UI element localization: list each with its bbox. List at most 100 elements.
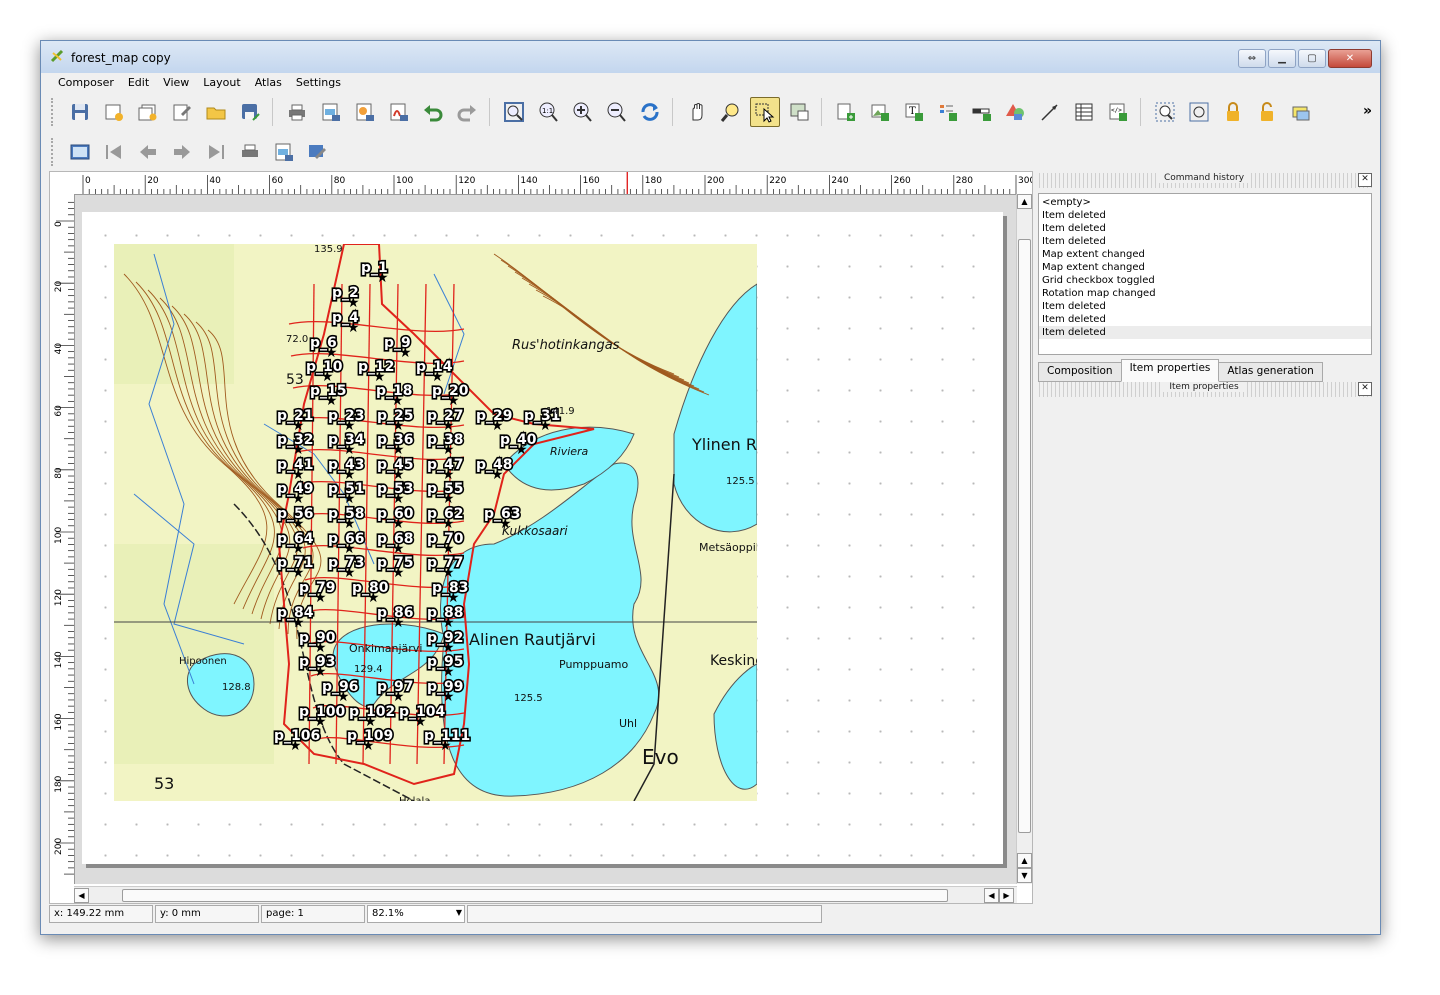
history-item[interactable]: Grid checkbox toggled — [1039, 274, 1371, 287]
export-atlas-icon — [275, 143, 293, 161]
history-item[interactable]: Item deleted — [1039, 235, 1371, 248]
history-item[interactable]: Map extent changed — [1039, 261, 1371, 274]
horizontal-scroll-thumb[interactable] — [122, 889, 948, 902]
scroll-up-button[interactable]: ▲ — [1017, 194, 1032, 209]
open-template-button[interactable] — [201, 97, 231, 127]
tab-atlas-generation[interactable]: Atlas generation — [1218, 362, 1323, 382]
history-item[interactable]: Rotation map changed — [1039, 287, 1371, 300]
add-shape-button[interactable] — [1001, 97, 1031, 127]
redo-button[interactable] — [452, 97, 482, 127]
menu-layout[interactable]: Layout — [196, 73, 247, 93]
unlock-button[interactable] — [1252, 97, 1282, 127]
history-item[interactable]: Item deleted — [1039, 313, 1371, 326]
scroll-right-button[interactable]: ▶ — [999, 888, 1014, 903]
history-item[interactable]: Map extent changed — [1039, 248, 1371, 261]
zoom-in-button[interactable] — [567, 97, 597, 127]
history-item-selected[interactable]: Item deleted — [1039, 326, 1371, 339]
add-label-button[interactable]: T — [899, 97, 929, 127]
refresh-button[interactable] — [635, 97, 665, 127]
atlas-toolbar — [49, 134, 335, 170]
zoom-actual-button[interactable]: 1:1 — [533, 97, 563, 127]
place-label: Uhl — [619, 717, 637, 730]
duplicate-composer-button[interactable] — [133, 97, 163, 127]
page[interactable]: ★ p_1 ★ p_2 ★ p_4 ★ p_6 ★ p_9 ★ p_10 ★ p_12 ★ p_14 ★ p_15… — [82, 212, 1003, 864]
previous-feature-button[interactable] — [133, 137, 163, 167]
atlas-preview-icon — [70, 144, 90, 160]
menu-edit[interactable]: Edit — [121, 73, 156, 93]
add-html-button[interactable]: </> — [1103, 97, 1133, 127]
composer-viewport[interactable]: ★ p_1 ★ p_2 ★ p_4 ★ p_6 ★ p_9 ★ p_10 ★ p_12 ★ p_14 ★ p_15… — [75, 195, 1020, 884]
print-atlas-button[interactable] — [235, 137, 265, 167]
command-history-list[interactable]: <empty> Item deleted Item deleted Item d… — [1038, 193, 1372, 355]
scroll-down-button[interactable]: ▼ — [1017, 868, 1032, 883]
last-feature-button[interactable] — [201, 137, 231, 167]
close-button[interactable]: ✕ — [1328, 49, 1372, 68]
toolbar-grip[interactable] — [51, 98, 57, 126]
ungroup-button[interactable] — [1184, 97, 1214, 127]
plot-label: p_97 — [377, 679, 414, 695]
plot-label: p_2 — [332, 285, 359, 301]
maximize-button[interactable]: ▢ — [1298, 49, 1326, 68]
vertical-scrollbar[interactable]: ▲ ▲ ▼ — [1016, 194, 1032, 884]
pan-button[interactable] — [682, 97, 712, 127]
add-legend-button[interactable] — [933, 97, 963, 127]
vertical-scroll-thumb[interactable] — [1018, 239, 1031, 833]
menu-settings[interactable]: Settings — [289, 73, 348, 93]
save-template-button[interactable] — [235, 97, 265, 127]
close-icon[interactable]: ✕ — [1358, 173, 1372, 187]
plot-label: p_100 — [299, 704, 346, 720]
print-button[interactable] — [282, 97, 312, 127]
history-item[interactable]: Item deleted — [1039, 222, 1371, 235]
horizontal-scrollbar[interactable]: ◀ ◀ ▶ — [74, 886, 1017, 903]
add-map-button[interactable] — [831, 97, 861, 127]
save-project-button[interactable] — [65, 97, 95, 127]
zoom-full-button[interactable] — [499, 97, 529, 127]
scroll-up-button-lower[interactable]: ▲ — [1017, 853, 1032, 868]
menu-atlas[interactable]: Atlas — [248, 73, 289, 93]
add-image-button[interactable] — [865, 97, 895, 127]
atlas-settings-button[interactable] — [303, 137, 333, 167]
zoom-select[interactable]: 82.1% ▼ — [367, 905, 465, 923]
history-item[interactable]: <empty> — [1039, 196, 1371, 209]
next-feature-button[interactable] — [167, 137, 197, 167]
close-icon[interactable]: ✕ — [1358, 382, 1372, 396]
zoom-tool-button[interactable] — [716, 97, 746, 127]
toolbar-overflow-button[interactable]: » — [1363, 103, 1372, 119]
first-feature-button[interactable] — [99, 137, 129, 167]
history-item[interactable]: Item deleted — [1039, 209, 1371, 222]
move-content-button[interactable] — [784, 97, 814, 127]
tab-item-properties[interactable]: Item properties — [1120, 359, 1220, 382]
group-button[interactable] — [1150, 97, 1180, 127]
export-atlas-button[interactable] — [269, 137, 299, 167]
export-pdf-button[interactable] — [384, 97, 414, 127]
scroll-left-button-right[interactable]: ◀ — [984, 888, 999, 903]
export-svg-button[interactable] — [350, 97, 380, 127]
export-image-button[interactable] — [316, 97, 346, 127]
ruler-label: 120 — [458, 176, 475, 186]
minimize-button[interactable]: ▁ — [1268, 49, 1296, 68]
lock-button[interactable] — [1218, 97, 1248, 127]
add-table-button[interactable] — [1069, 97, 1099, 127]
scroll-left-button[interactable]: ◀ — [74, 888, 89, 903]
undo-button[interactable] — [418, 97, 448, 127]
zoom-value: 82.1% — [372, 908, 404, 919]
zoom-out-button[interactable] — [601, 97, 631, 127]
history-item[interactable]: Item deleted — [1039, 300, 1371, 313]
composer-manager-button[interactable] — [167, 97, 197, 127]
raise-button[interactable] — [1286, 97, 1316, 127]
add-scalebar-button[interactable] — [967, 97, 997, 127]
toolbar-grip[interactable] — [51, 138, 57, 166]
atlas-preview-button[interactable] — [65, 137, 95, 167]
ruler-label: 200 — [707, 176, 724, 186]
menu-view[interactable]: View — [156, 73, 196, 93]
new-composer-button[interactable] — [99, 97, 129, 127]
elevation-label: 53 — [154, 774, 174, 793]
ruler-label: 20 — [54, 280, 64, 292]
select-move-button[interactable] — [750, 97, 780, 127]
menu-composer[interactable]: Composer — [51, 73, 121, 93]
ruler-label: 0 — [54, 221, 64, 227]
tab-composition[interactable]: Composition — [1038, 362, 1122, 382]
map-item[interactable]: ★ p_1 ★ p_2 ★ p_4 ★ p_6 ★ p_9 ★ p_10 ★ p_12 ★ p_14 ★ p_15… — [114, 244, 757, 801]
restore-size-button[interactable]: ⇔ — [1238, 49, 1266, 68]
add-arrow-button[interactable] — [1035, 97, 1065, 127]
